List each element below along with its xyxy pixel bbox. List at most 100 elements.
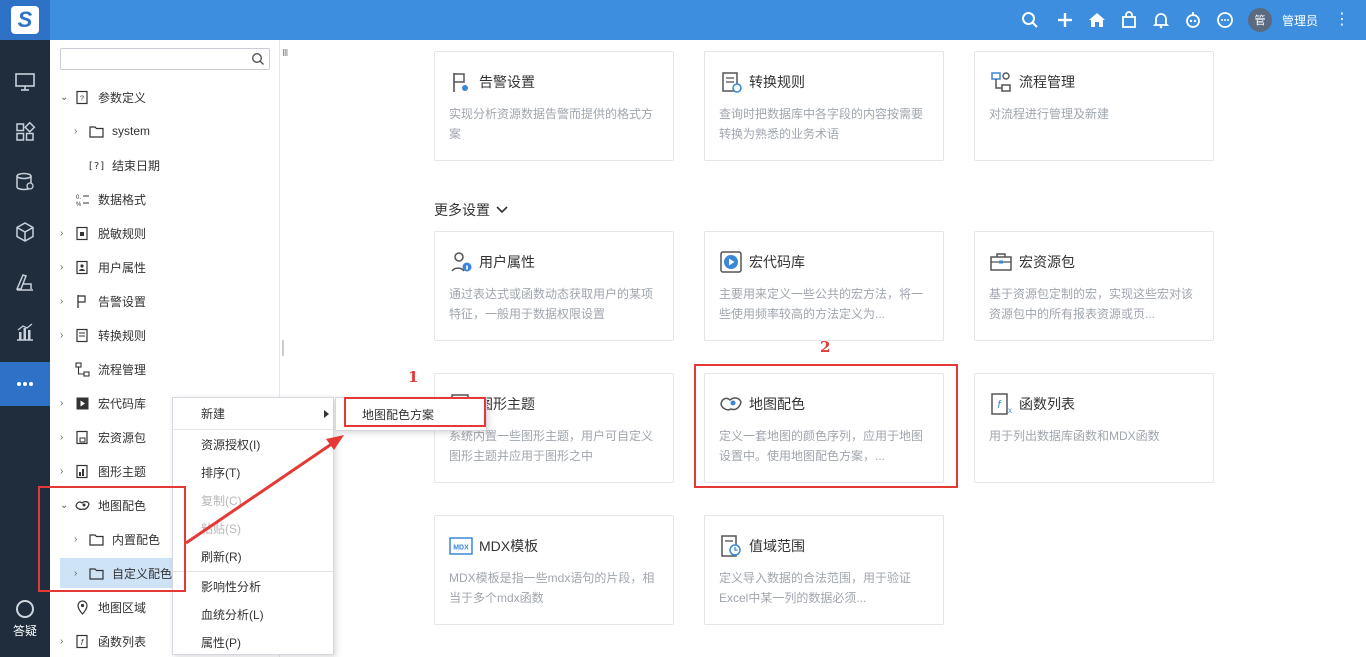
tree-node-user-attr[interactable]: › 用户属性 — [60, 252, 146, 282]
chevron-right-icon[interactable]: › — [60, 398, 74, 409]
nav-chart-icon[interactable] — [0, 312, 50, 352]
card-macro-pkg[interactable]: 宏资源包 基于资源包定制的宏，实现这些宏对该资源包中的所有报表资源或页... — [974, 231, 1214, 341]
tree-node-label: 结束日期 — [112, 158, 161, 173]
nav-ruler-icon[interactable] — [0, 262, 50, 302]
tree-node-func-list[interactable]: › f 函数列表 — [60, 626, 146, 656]
menu-item-new[interactable]: 新建 — [173, 400, 333, 428]
chevron-right-icon[interactable]: › — [60, 262, 74, 273]
chevron-down-icon — [496, 206, 508, 214]
more-settings-label: 更多设置 — [434, 202, 490, 218]
user-info-icon — [449, 250, 473, 274]
chat-icon[interactable] — [1215, 10, 1235, 30]
chevron-right-icon[interactable]: › — [60, 432, 74, 443]
tree-node-params[interactable]: ⌄ ? 参数定义 — [60, 82, 146, 112]
annotation-label-1: 1 — [408, 368, 419, 386]
search-icon[interactable] — [1020, 10, 1040, 30]
tree-node-label: 函数列表 — [98, 634, 147, 649]
menu-item-properties[interactable]: 属性(P) — [173, 629, 333, 657]
chevron-right-icon[interactable]: › — [60, 636, 74, 647]
robot-icon[interactable] — [1183, 10, 1203, 30]
annotation-box-tree — [38, 486, 186, 592]
tree-node-alarm[interactable]: › 告警设置 — [60, 286, 146, 316]
menu-item-authorize[interactable]: 资源授权(I) — [173, 431, 333, 459]
svg-text:x: x — [1008, 406, 1012, 415]
tree-node-label: 转换规则 — [98, 328, 147, 343]
more-settings-toggle[interactable]: 更多设置 — [434, 200, 509, 220]
toolbox-icon — [989, 250, 1013, 274]
menu-item-lineage-analysis[interactable]: 血统分析(L) — [173, 601, 333, 629]
card-macro-lib[interactable]: 宏代码库 主要用来定义一些公共的宏方法，将一些使用频率较高的方法定义为... — [704, 231, 944, 341]
macro-icon — [74, 395, 90, 411]
card-func-list[interactable]: fx 函数列表 用于列出数据库函数和MDX函数 — [974, 373, 1214, 483]
username[interactable]: 管理员 — [1282, 12, 1318, 29]
convert-icon — [74, 327, 90, 343]
nav-database-icon[interactable] — [0, 162, 50, 202]
card-desc: 用于列出数据库函数和MDX函数 — [989, 429, 1160, 443]
svg-text:MDX: MDX — [453, 545, 469, 552]
chevron-right-icon[interactable]: › — [60, 330, 74, 341]
tree-node-data-format[interactable]: 0.% 数据格式 — [74, 184, 147, 214]
top-bar: S 管 管理员 ⋮ — [0, 0, 1366, 40]
function-icon: fx — [989, 392, 1013, 416]
bag-icon[interactable] — [1119, 10, 1139, 30]
card-alarm[interactable]: 告警设置 实现分析资源数据告警而提供的格式方案 — [434, 51, 674, 161]
card-value-range[interactable]: 值域范围 定义导入数据的合法范围，用于验证Excel中某一列的数据必须... — [704, 515, 944, 625]
card-title: 告警设置 — [479, 74, 535, 90]
svg-text:f: f — [80, 638, 83, 647]
panel-resize-handle[interactable]: III — [282, 48, 288, 59]
tree-node-label: 参数定义 — [98, 90, 147, 105]
package-icon — [74, 429, 90, 445]
avatar[interactable]: 管 — [1248, 8, 1272, 32]
map-pin-icon — [74, 599, 90, 615]
tree-node-chart-theme[interactable]: › 图形主题 — [60, 456, 146, 486]
param-bracket-icon: [?] — [88, 157, 104, 173]
tree-node-macro-pkg[interactable]: › 宏资源包 — [60, 422, 146, 452]
rule-icon — [74, 225, 90, 241]
card-desc: 对流程进行管理及新建 — [989, 107, 1110, 121]
nav-monitor-icon[interactable] — [0, 62, 50, 102]
chevron-right-icon[interactable]: › — [60, 296, 74, 307]
card-title: 宏资源包 — [1019, 254, 1075, 270]
app-logo[interactable]: S — [0, 0, 50, 40]
chevron-right-icon[interactable]: › — [60, 228, 74, 239]
tree-node-macro-lib[interactable]: › 宏代码库 — [60, 388, 146, 418]
tree-node-system[interactable]: › system — [74, 116, 150, 146]
nav-help[interactable]: 答疑 — [0, 600, 50, 639]
nav-cube-icon[interactable] — [0, 212, 50, 252]
bell-icon[interactable] — [1151, 10, 1171, 30]
mdx-icon: MDX — [449, 534, 473, 558]
card-title: 值域范围 — [749, 538, 805, 554]
add-icon[interactable] — [1055, 10, 1075, 30]
home-icon[interactable] — [1087, 10, 1107, 30]
tree-node-desensitize[interactable]: › 脱敏规则 — [60, 218, 146, 248]
nav-more-icon[interactable] — [0, 362, 50, 406]
tree-node-flow[interactable]: 流程管理 — [74, 354, 146, 384]
tree-node-end-date[interactable]: [?] 结束日期 — [88, 150, 161, 180]
card-title: 转换规则 — [749, 74, 805, 90]
value-range-icon — [719, 534, 743, 558]
chevron-right-icon[interactable]: › — [60, 466, 74, 477]
tree-node-convert[interactable]: › 转换规则 — [60, 320, 146, 350]
menu-item-sort[interactable]: 排序(T) — [173, 459, 333, 487]
data-format-icon: 0.% — [74, 191, 90, 207]
submenu-arrow-icon — [324, 410, 329, 418]
flag-icon — [74, 293, 90, 309]
menu-item-impact-analysis[interactable]: 影响性分析 — [173, 573, 333, 601]
nav-apps-icon[interactable] — [0, 112, 50, 152]
chevron-right-icon[interactable]: › — [74, 126, 88, 137]
chevron-down-icon[interactable]: ⌄ — [60, 92, 74, 103]
card-mdx-template[interactable]: MDX MDX模板 MDX模板是指一些mdx语句的片段，相当于多个mdx函数 — [434, 515, 674, 625]
search-icon[interactable] — [251, 52, 265, 66]
card-convert[interactable]: 转换规则 查询时把数据库中各字段的内容按需要转换为熟悉的业务术语 — [704, 51, 944, 161]
more-vertical-icon[interactable]: ⋮ — [1334, 10, 1350, 30]
panel-splitter[interactable] — [282, 340, 284, 356]
card-flow[interactable]: 流程管理 对流程进行管理及新建 — [974, 51, 1214, 161]
tree-search-input[interactable] — [60, 48, 270, 70]
menu-item-label: 新建 — [201, 407, 226, 421]
card-user-attr[interactable]: 用户属性 通过表达式或函数动态获取用户的某项特征，一般用于数据权限设置 — [434, 231, 674, 341]
tree-node-label: 用户属性 — [98, 260, 147, 275]
tree-node-map-region[interactable]: 地图区域 — [74, 592, 146, 622]
card-title: MDX模板 — [479, 538, 539, 554]
card-desc: 基于资源包定制的宏，实现这些宏对该资源包中的所有报表资源或页... — [989, 287, 1194, 321]
menu-item-refresh[interactable]: 刷新(R) — [173, 543, 333, 571]
